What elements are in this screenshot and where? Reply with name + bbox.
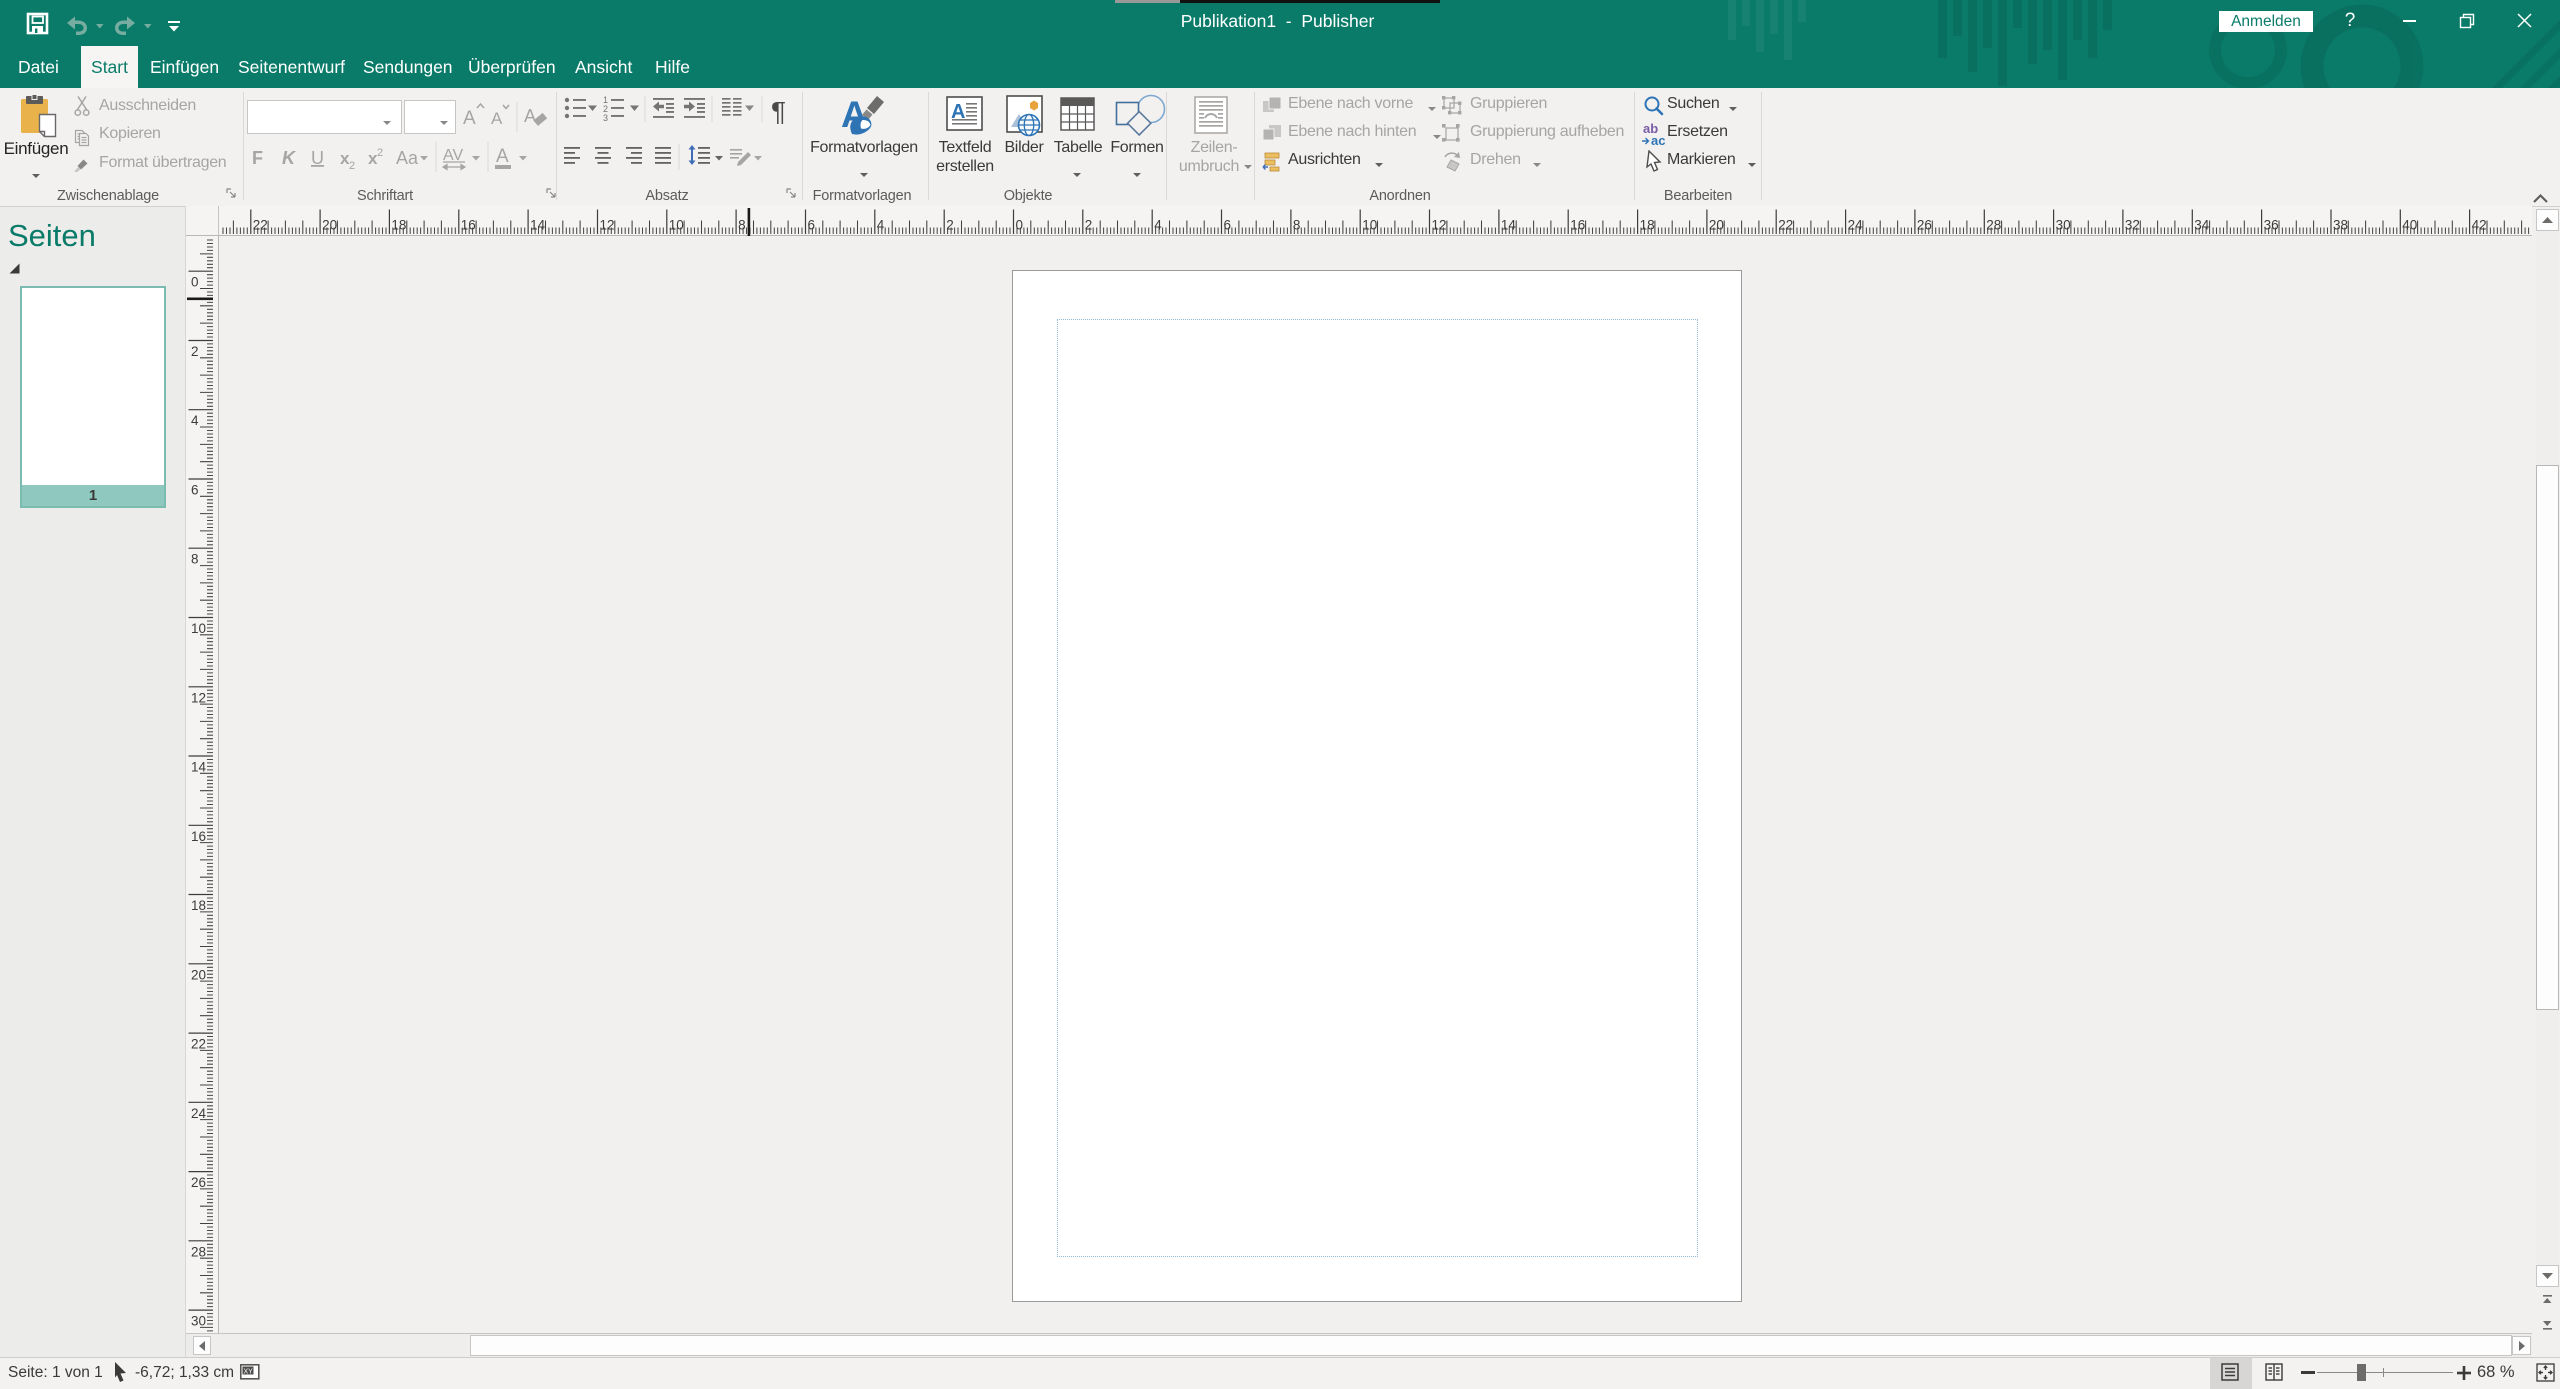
svg-text:10: 10 (669, 218, 684, 233)
svg-text:4: 4 (1154, 218, 1162, 233)
svg-text:8: 8 (738, 218, 746, 233)
svg-text:A: A (491, 109, 503, 128)
svg-text:24: 24 (191, 1106, 207, 1121)
svg-text:14: 14 (191, 760, 207, 775)
svg-text:38: 38 (2333, 218, 2348, 233)
svg-text:22: 22 (253, 218, 268, 233)
svg-text:8: 8 (1293, 218, 1301, 233)
svg-text:2: 2 (1085, 218, 1093, 233)
svg-text:10: 10 (191, 621, 206, 636)
svg-text:10: 10 (1362, 218, 1377, 233)
svg-text:3: 3 (603, 113, 608, 123)
svg-text:26: 26 (1917, 218, 1932, 233)
svg-text:U: U (311, 148, 324, 168)
svg-text:2: 2 (377, 147, 383, 159)
svg-text:30: 30 (191, 1314, 206, 1329)
svg-text:24: 24 (1848, 218, 1864, 233)
svg-text:6: 6 (191, 483, 199, 498)
svg-text:20: 20 (1709, 218, 1724, 233)
svg-text:6: 6 (808, 218, 816, 233)
svg-text:34: 34 (2194, 218, 2210, 233)
svg-text:4: 4 (191, 413, 199, 428)
svg-text:0: 0 (191, 275, 199, 290)
svg-text:2: 2 (946, 218, 954, 233)
svg-text:14: 14 (530, 218, 546, 233)
svg-text:22: 22 (191, 1037, 206, 1052)
svg-text:18: 18 (391, 218, 406, 233)
svg-text:26: 26 (191, 1175, 206, 1190)
svg-text:18: 18 (1640, 218, 1655, 233)
svg-text:20: 20 (191, 967, 206, 982)
svg-text:K: K (282, 148, 297, 168)
svg-text:12: 12 (1432, 218, 1447, 233)
svg-text:40: 40 (2402, 218, 2417, 233)
svg-text:2: 2 (191, 344, 199, 359)
svg-text:36: 36 (2264, 218, 2279, 233)
svg-text:6: 6 (1224, 218, 1232, 233)
svg-text:XY: XY (244, 1369, 254, 1376)
svg-text:14: 14 (1501, 218, 1517, 233)
svg-text:Aa: Aa (396, 148, 419, 168)
svg-text:12: 12 (191, 690, 206, 705)
svg-text:16: 16 (1570, 218, 1585, 233)
svg-text:20: 20 (322, 218, 337, 233)
svg-text:A: A (524, 106, 536, 126)
svg-text:12: 12 (600, 218, 615, 233)
svg-text:22: 22 (1778, 218, 1793, 233)
svg-text:30: 30 (2056, 218, 2071, 233)
svg-text:4: 4 (877, 218, 885, 233)
svg-text:ac: ac (1651, 133, 1665, 147)
svg-text:2: 2 (349, 160, 355, 172)
svg-text:A: A (463, 108, 476, 129)
svg-text:8: 8 (191, 552, 199, 567)
svg-text:A: A (496, 146, 509, 167)
svg-text:F: F (252, 148, 263, 168)
svg-text:16: 16 (461, 218, 476, 233)
svg-text:32: 32 (2125, 218, 2140, 233)
svg-text:¶: ¶ (771, 96, 786, 124)
svg-text:28: 28 (1986, 218, 2001, 233)
svg-text:18: 18 (191, 898, 206, 913)
svg-text:0: 0 (1016, 218, 1024, 233)
svg-text:28: 28 (191, 1244, 206, 1259)
svg-text:42: 42 (2472, 218, 2487, 233)
svg-text:16: 16 (191, 829, 206, 844)
